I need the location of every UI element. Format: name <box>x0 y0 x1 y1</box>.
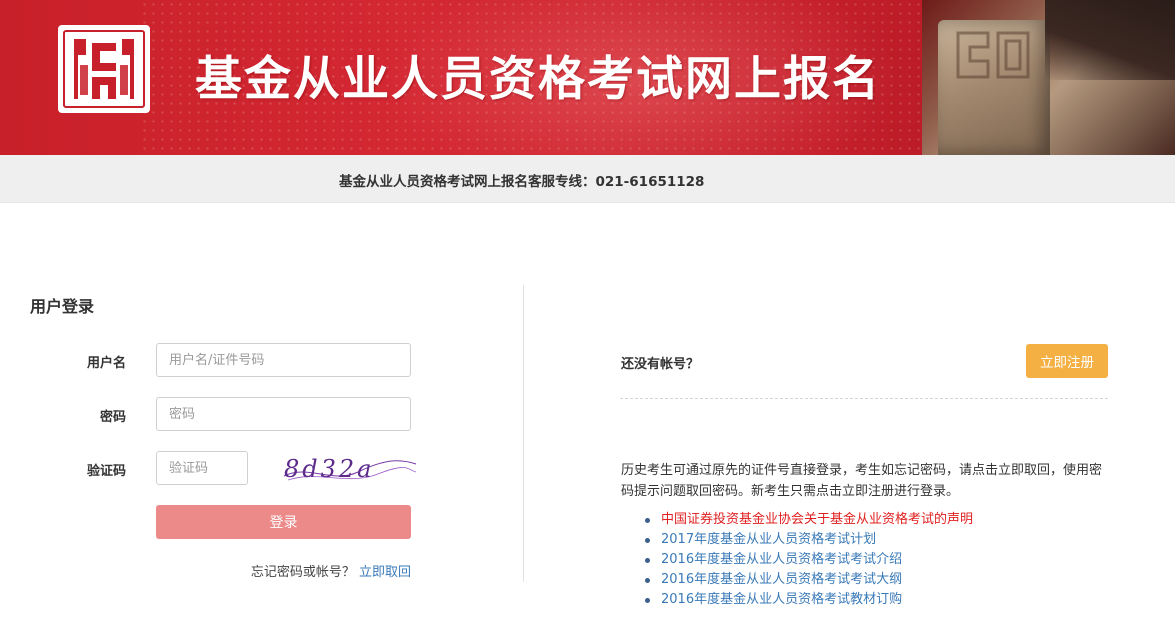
hotline-bar: 基金从业人员资格考试网上报名客服专线：021-61651128 <box>0 155 1175 203</box>
list-item: 2016年度基金从业人员资格考试考试大纲 <box>643 570 973 590</box>
retrieve-link[interactable]: 立即取回 <box>359 565 411 580</box>
list-item: 2016年度基金从业人员资格考试考试介绍 <box>643 550 973 570</box>
list-item: 中国证券投资基金业协会关于基金从业资格考试的声明 <box>643 510 973 530</box>
register-button[interactable]: 立即注册 <box>1026 344 1108 378</box>
hand-holding-seal <box>1045 0 1175 80</box>
password-label: 密码 <box>99 410 126 425</box>
username-input[interactable] <box>156 343 411 377</box>
list-item: 2016年度基金从业人员资格考试教材订购 <box>643 590 973 610</box>
panel-divider <box>523 285 524 582</box>
header-banner: 基金从业人员资格考试网上报名 <box>0 0 1175 155</box>
announcement-list: 中国证券投资基金业协会关于基金从业资格考试的声明 2017年度基金从业人员资格考… <box>643 510 973 610</box>
hotline-text: 基金从业人员资格考试网上报名客服专线：021-61651128 <box>339 174 705 190</box>
captcha-label: 验证码 <box>86 464 126 479</box>
dashed-divider <box>620 398 1108 399</box>
login-button[interactable]: 登录 <box>156 505 411 539</box>
announcement-link[interactable]: 2017年度基金从业人员资格考试计划 <box>661 532 876 547</box>
fund-association-logo-icon <box>58 25 150 113</box>
password-input[interactable] <box>156 397 411 431</box>
bullet-icon <box>645 578 650 583</box>
login-notice: 历史考生可通过原先的证件号直接登录，考生如忘记密码，请点击立即取回，使用密码提示… <box>621 463 1103 499</box>
seal-carving-icon <box>956 31 1030 79</box>
announcement-link[interactable]: 2016年度基金从业人员资格考试考试大纲 <box>661 572 902 587</box>
username-label: 用户名 <box>86 356 126 371</box>
announcement-link[interactable]: 2016年度基金从业人员资格考试教材订购 <box>661 592 902 607</box>
banner-title: 基金从业人员资格考试网上报名 <box>195 52 881 107</box>
bullet-icon <box>645 538 650 543</box>
no-account-prompt: 还没有帐号？ <box>621 357 700 372</box>
bullet-icon <box>645 558 650 563</box>
login-title: 用户登录 <box>30 297 95 316</box>
announcement-link[interactable]: 2016年度基金从业人员资格考试考试介绍 <box>661 552 902 567</box>
bullet-icon <box>645 518 650 523</box>
bullet-icon <box>645 598 650 603</box>
announcement-link[interactable]: 中国证券投资基金业协会关于基金从业资格考试的声明 <box>661 512 973 527</box>
captcha-text: 8d32a <box>284 455 374 483</box>
forgot-text: 忘记密码或帐号？ <box>250 565 355 580</box>
captcha-input[interactable] <box>156 451 248 485</box>
forgot-row: 忘记密码或帐号？ 立即取回 <box>156 561 411 580</box>
captcha-image[interactable]: 8d32a <box>278 450 418 486</box>
list-item: 2017年度基金从业人员资格考试计划 <box>643 530 973 550</box>
